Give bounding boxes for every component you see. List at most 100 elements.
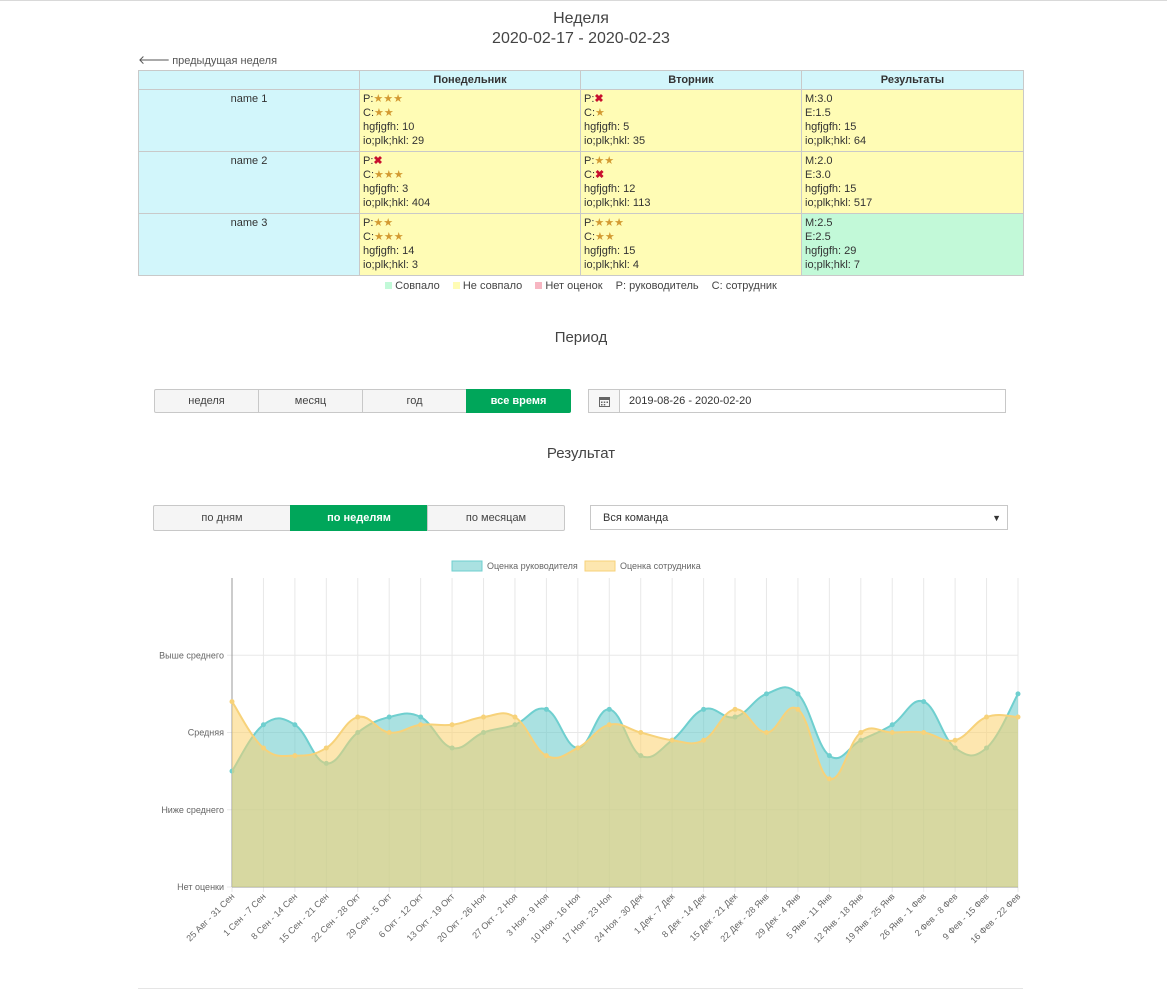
star-icon: ★ xyxy=(374,169,384,181)
period-week-button[interactable]: неделя xyxy=(154,389,259,413)
calendar-icon[interactable] xyxy=(589,390,620,412)
data-point xyxy=(418,714,424,720)
metric-line: hgfjgfh: 14 xyxy=(363,245,415,257)
data-point xyxy=(575,745,581,751)
data-point xyxy=(606,706,612,712)
star-icon: ★ xyxy=(604,155,615,167)
rating-label: P: xyxy=(363,155,374,167)
top-divider xyxy=(0,0,1167,1)
data-point xyxy=(386,714,392,720)
data-point xyxy=(795,706,801,712)
star-icon: ★ xyxy=(393,169,404,181)
team-select[interactable]: Вся команда ▼ xyxy=(590,505,1008,530)
rating-label: C: xyxy=(363,169,374,181)
legend-swatch xyxy=(451,560,483,572)
result-line: M:2.5 xyxy=(805,217,833,229)
employee-rating: C:✖ xyxy=(584,168,798,182)
data-point xyxy=(732,706,738,712)
data-point xyxy=(638,730,644,735)
day-cell-mon: P:✖ C:★★★ hgfjgfh: 3 io;plk;hkl: 404 xyxy=(359,151,581,214)
data-point xyxy=(921,730,927,735)
employee-rating: C:★★★ xyxy=(363,168,577,182)
data-point xyxy=(543,706,549,712)
legend-p: P: руководитель xyxy=(615,280,699,292)
week-header: Неделя 2020-02-17 - 2020-02-23 xyxy=(0,10,1162,50)
chevron-down-icon: ▼ xyxy=(992,512,1001,523)
employee-name: name 3 xyxy=(138,213,360,276)
by-weeks-button[interactable]: по неделям xyxy=(290,505,428,531)
metric-line: hgfjgfh: 10 xyxy=(363,121,415,133)
rating-label: C: xyxy=(363,107,374,119)
star-icon: ★ xyxy=(383,231,394,243)
data-point xyxy=(826,776,832,782)
rating-label: C: xyxy=(363,231,374,243)
data-point xyxy=(701,706,707,712)
arrow-left-icon: 🡐 xyxy=(138,53,171,67)
results-table: Понедельник Вторник Результаты name 1 P:★… xyxy=(138,70,1024,276)
by-days-button[interactable]: по дням xyxy=(153,505,291,531)
rating-label: P: xyxy=(584,155,595,167)
period-month-button[interactable]: месяц xyxy=(258,389,363,413)
period-button-group: неделя месяц год все время xyxy=(154,389,571,413)
result-cell: M:3.0 E:1.5 hgfjgfh: 15 io;plk;hkl: 64 xyxy=(801,89,1024,152)
team-select-value: Вся команда xyxy=(603,511,669,524)
manager-rating: P:★★ xyxy=(363,216,577,230)
metric-line: io;plk;hkl: 404 xyxy=(363,197,431,209)
legend-label: Оценка сотрудника xyxy=(620,561,701,571)
date-range-field[interactable]: 2019-08-26 - 2020-02-20 xyxy=(588,389,1006,413)
legend-c: C: сотрудник xyxy=(711,280,777,292)
data-point xyxy=(606,722,612,728)
data-point xyxy=(481,714,487,720)
day-cell-tue: P:★★★ C:★★ hgfjgfh: 15 io;plk;hkl: 4 xyxy=(580,213,802,276)
star-icon: ★ xyxy=(373,217,384,229)
by-months-button[interactable]: по месяцам xyxy=(427,505,565,531)
data-point xyxy=(1015,714,1021,720)
previous-week-link[interactable]: 🡐 предыдущая неделя xyxy=(138,52,277,67)
data-point xyxy=(795,691,801,697)
data-point xyxy=(763,730,769,735)
data-point xyxy=(889,722,895,728)
data-point xyxy=(355,714,361,720)
star-icon: ★ xyxy=(595,107,605,119)
data-point xyxy=(260,745,266,751)
column-header xyxy=(138,70,360,90)
week-range: 2020-02-17 - 2020-02-23 xyxy=(492,30,670,47)
data-point xyxy=(229,699,235,705)
result-line: hgfjgfh: 15 xyxy=(805,183,857,195)
result-line: hgfjgfh: 29 xyxy=(805,245,857,257)
no-ratings-swatch xyxy=(535,282,543,289)
result-line: M:2.0 xyxy=(805,155,833,167)
data-point xyxy=(889,730,895,735)
table-row: name 3 P:★★ C:★★★ hgfjgfh: 14 io;plk;hkl: 3P… xyxy=(138,213,1024,276)
data-point xyxy=(1015,691,1021,697)
cross-icon: ✖ xyxy=(373,155,383,167)
star-icon: ★ xyxy=(614,217,625,229)
legend-swatch xyxy=(584,560,616,572)
granularity-button-group: по дням по неделям по месяцам xyxy=(153,505,565,531)
data-point xyxy=(952,737,958,743)
data-point xyxy=(292,722,298,728)
day-cell-mon: P:★★ C:★★★ hgfjgfh: 14 io;plk;hkl: 3 xyxy=(359,213,581,276)
metric-line: hgfjgfh: 5 xyxy=(584,121,630,133)
table-row: name 1 P:★★★ C:★★ hgfjgfh: 10 io;plk;hkl: 29… xyxy=(138,89,1024,152)
y-tick-label: Выше среднего xyxy=(159,650,224,660)
star-icon: ★ xyxy=(374,107,384,119)
data-point xyxy=(512,714,518,720)
employee-name: name 1 xyxy=(138,89,360,152)
day-cell-mon: P:★★★ C:★★ hgfjgfh: 10 io;plk;hkl: 29 xyxy=(359,89,581,152)
data-point xyxy=(449,722,455,728)
period-year-button[interactable]: год xyxy=(362,389,467,413)
ratings-chart: Нет оценки Ниже среднего Средняя Выше средн… xyxy=(159,560,1023,945)
cross-icon: ✖ xyxy=(595,169,605,181)
star-icon: ★ xyxy=(383,217,394,229)
legend-nomatch: Не совпало xyxy=(452,280,522,292)
legend-label: Оценка руководителя xyxy=(487,561,578,571)
match-swatch xyxy=(385,282,393,289)
data-point xyxy=(984,714,990,720)
column-header: Понедельник xyxy=(359,70,581,90)
data-point xyxy=(858,730,864,735)
period-all-time-button[interactable]: все время xyxy=(466,389,571,413)
result-line: hgfjgfh: 15 xyxy=(805,121,857,133)
star-icon: ★ xyxy=(383,169,394,181)
employee-rating: C:★★ xyxy=(584,230,798,244)
